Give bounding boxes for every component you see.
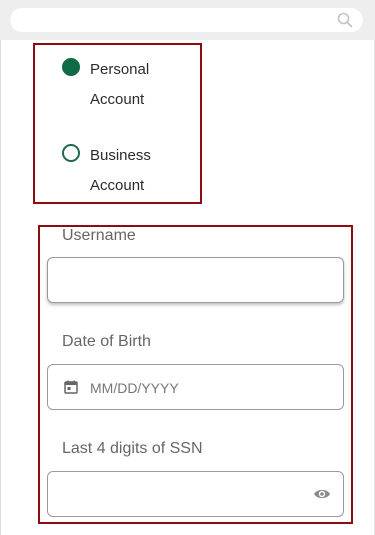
ssn-label: Last 4 digits of SSN (62, 440, 203, 457)
login-form: Username Date of Birth Last 4 digits of … (38, 225, 353, 524)
dob-label: Date of Birth (62, 333, 151, 350)
business-account-label: Business Account (90, 147, 151, 194)
eye-icon[interactable] (313, 488, 331, 500)
dob-field[interactable] (47, 364, 344, 410)
search-icon[interactable] (337, 12, 353, 28)
account-type-group: Personal Account Business Account (33, 43, 202, 204)
dob-input[interactable] (88, 373, 332, 403)
radio-unchecked-icon[interactable] (62, 144, 80, 162)
left-divider (0, 40, 1, 535)
search-input[interactable] (10, 8, 363, 32)
username-field[interactable] (47, 257, 344, 303)
ssn-field[interactable] (47, 471, 344, 517)
calendar-icon (64, 380, 78, 394)
radio-checked-icon[interactable] (62, 58, 80, 76)
personal-account-label: Personal Account (90, 61, 150, 108)
top-bar (0, 0, 375, 40)
username-label: Username (62, 227, 136, 244)
